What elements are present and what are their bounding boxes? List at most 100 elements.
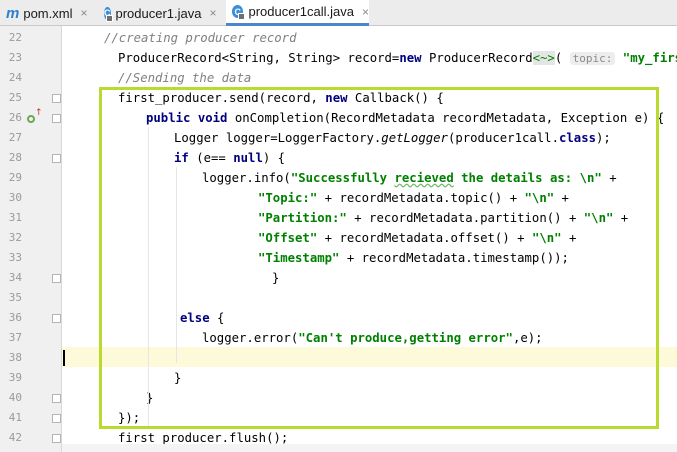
line-number: 40: [8, 391, 22, 404]
line-number: 30: [8, 191, 22, 204]
code-text: +: [561, 231, 577, 245]
code-text: }: [174, 371, 182, 385]
fold-marker-icon[interactable]: [52, 94, 61, 103]
override-method-icon[interactable]: [27, 115, 35, 123]
code-text: + recordMetadata.partition() +: [346, 211, 584, 225]
string-literal: "Timestamp": [258, 251, 340, 265]
code-text: ProducerRecord<String, String> record=: [118, 51, 400, 65]
line-number: 32: [8, 231, 22, 244]
tab-label: producer1call.java: [248, 4, 354, 19]
close-icon[interactable]: ×: [210, 6, 217, 20]
code-text: +: [554, 191, 569, 205]
code-line-34: }: [272, 268, 279, 288]
editor-tab-bar: m pom.xml × C producer1.java × C produce…: [0, 0, 677, 26]
string-literal: "\n": [583, 211, 614, 225]
fold-marker-icon[interactable]: [52, 414, 61, 423]
code-text: Callback() {: [347, 91, 444, 105]
tab-label: pom.xml: [23, 5, 73, 21]
code-text: Logger logger=LoggerFactory.: [174, 131, 382, 145]
code-text: + recordMetadata.topic() +: [317, 191, 525, 205]
keyword: if: [174, 151, 189, 165]
line-number: 27: [8, 131, 22, 144]
code-line-24: //Sending the data: [118, 68, 251, 88]
keyword: class: [559, 131, 597, 145]
code-text: (: [554, 51, 570, 65]
string-literal: the details as: \n": [453, 171, 602, 185]
code-text: + recordMetadata.timestamp());: [339, 251, 569, 265]
keyword: null: [233, 151, 263, 165]
close-icon[interactable]: ×: [80, 6, 87, 20]
code-text: });: [118, 411, 141, 425]
code-text: + recordMetadata.offset() +: [317, 231, 532, 245]
keyword: public void: [146, 111, 228, 125]
fold-marker-icon[interactable]: [52, 394, 61, 403]
code-text: onCompletion(RecordMetadata recordMetada…: [227, 111, 665, 125]
fold-marker-icon[interactable]: [52, 314, 61, 323]
close-icon[interactable]: ×: [362, 5, 369, 19]
fold-marker-icon[interactable]: [52, 114, 61, 123]
comment: //Sending the data: [118, 71, 252, 85]
horizontal-scrollbar[interactable]: [62, 444, 677, 452]
code-text: ProducerRecord: [421, 51, 533, 65]
parameter-hint: topic:: [569, 52, 616, 65]
fold-marker-icon[interactable]: [52, 434, 61, 443]
line-number: 38: [8, 351, 22, 364]
java-class-icon: C: [232, 5, 247, 20]
maven-icon: m: [6, 4, 20, 22]
code-line-29: logger.info("Successfully recieved the d…: [202, 168, 617, 188]
indent-guide: [176, 167, 177, 363]
code-line-31: "Partition:" + recordMetadata.partition(…: [258, 208, 628, 228]
keyword: new: [399, 51, 422, 65]
keyword: new: [325, 91, 348, 105]
line-number: 41: [8, 411, 22, 424]
line-number: 26: [8, 111, 22, 124]
code-line-26: public void onCompletion(RecordMetadata …: [146, 108, 664, 128]
code-text: ) {: [262, 151, 286, 165]
code-line-36: else {: [180, 308, 224, 328]
code-line-27: Logger logger=LoggerFactory.getLogger(pr…: [174, 128, 611, 148]
code-line-30: "Topic:" + recordMetadata.topic() + "\n"…: [258, 188, 569, 208]
string-literal: "my_first": [622, 51, 677, 65]
line-number: 35: [8, 291, 22, 304]
code-text: first_producer.flush();: [118, 431, 289, 445]
line-number: 36: [8, 311, 22, 324]
line-number: 29: [8, 171, 22, 184]
code-text: logger.info(: [202, 171, 291, 185]
string-literal: "Offset": [258, 231, 318, 245]
line-number: 23: [8, 51, 22, 64]
string-literal: "Topic:": [258, 191, 318, 205]
line-number: 22: [8, 31, 22, 44]
tab-pom-xml[interactable]: m pom.xml ×: [6, 0, 94, 26]
tab-label: producer1.java: [115, 5, 202, 21]
code-text: +: [601, 171, 617, 185]
diamond-fold[interactable]: <~>: [532, 51, 555, 65]
code-text: +: [613, 211, 629, 225]
typo-string: recieved: [394, 171, 454, 185]
code-line-22: //creating producer record: [104, 28, 297, 48]
code-line-39: }: [174, 368, 181, 388]
code-line-28: if (e== null) {: [174, 148, 285, 168]
keyword: else: [180, 311, 210, 325]
editor-gutter: 22 23 24 25 26 27 28 29 30 31 32 33 34 3…: [0, 26, 62, 452]
line-number: 34: [8, 271, 22, 284]
code-text: (e==: [188, 151, 234, 165]
current-line-highlight: [62, 347, 677, 367]
text-cursor: [63, 350, 65, 366]
indent-guide: [148, 127, 149, 427]
tab-producer1-java[interactable]: C producer1.java ×: [104, 0, 217, 26]
fold-marker-icon[interactable]: [52, 274, 61, 283]
override-arrow-icon: ↑: [35, 108, 43, 118]
line-number: 28: [8, 151, 22, 164]
code-line-41: });: [118, 408, 140, 428]
tab-producer1call-java[interactable]: C producer1call.java ×: [226, 0, 369, 26]
code-line-37: logger.error("Can't produce,getting erro…: [202, 328, 543, 348]
java-class-icon: C: [104, 6, 112, 22]
line-number: 33: [8, 251, 22, 264]
static-method: getLogger: [381, 131, 448, 145]
code-line-25: first_producer.send(record, new Callback…: [118, 88, 444, 108]
line-number: 37: [8, 331, 22, 344]
code-line-23: ProducerRecord<String, String> record=ne…: [118, 48, 677, 68]
fold-marker-icon[interactable]: [52, 154, 61, 163]
code-text: {: [209, 311, 225, 325]
line-number: 31: [8, 211, 22, 224]
